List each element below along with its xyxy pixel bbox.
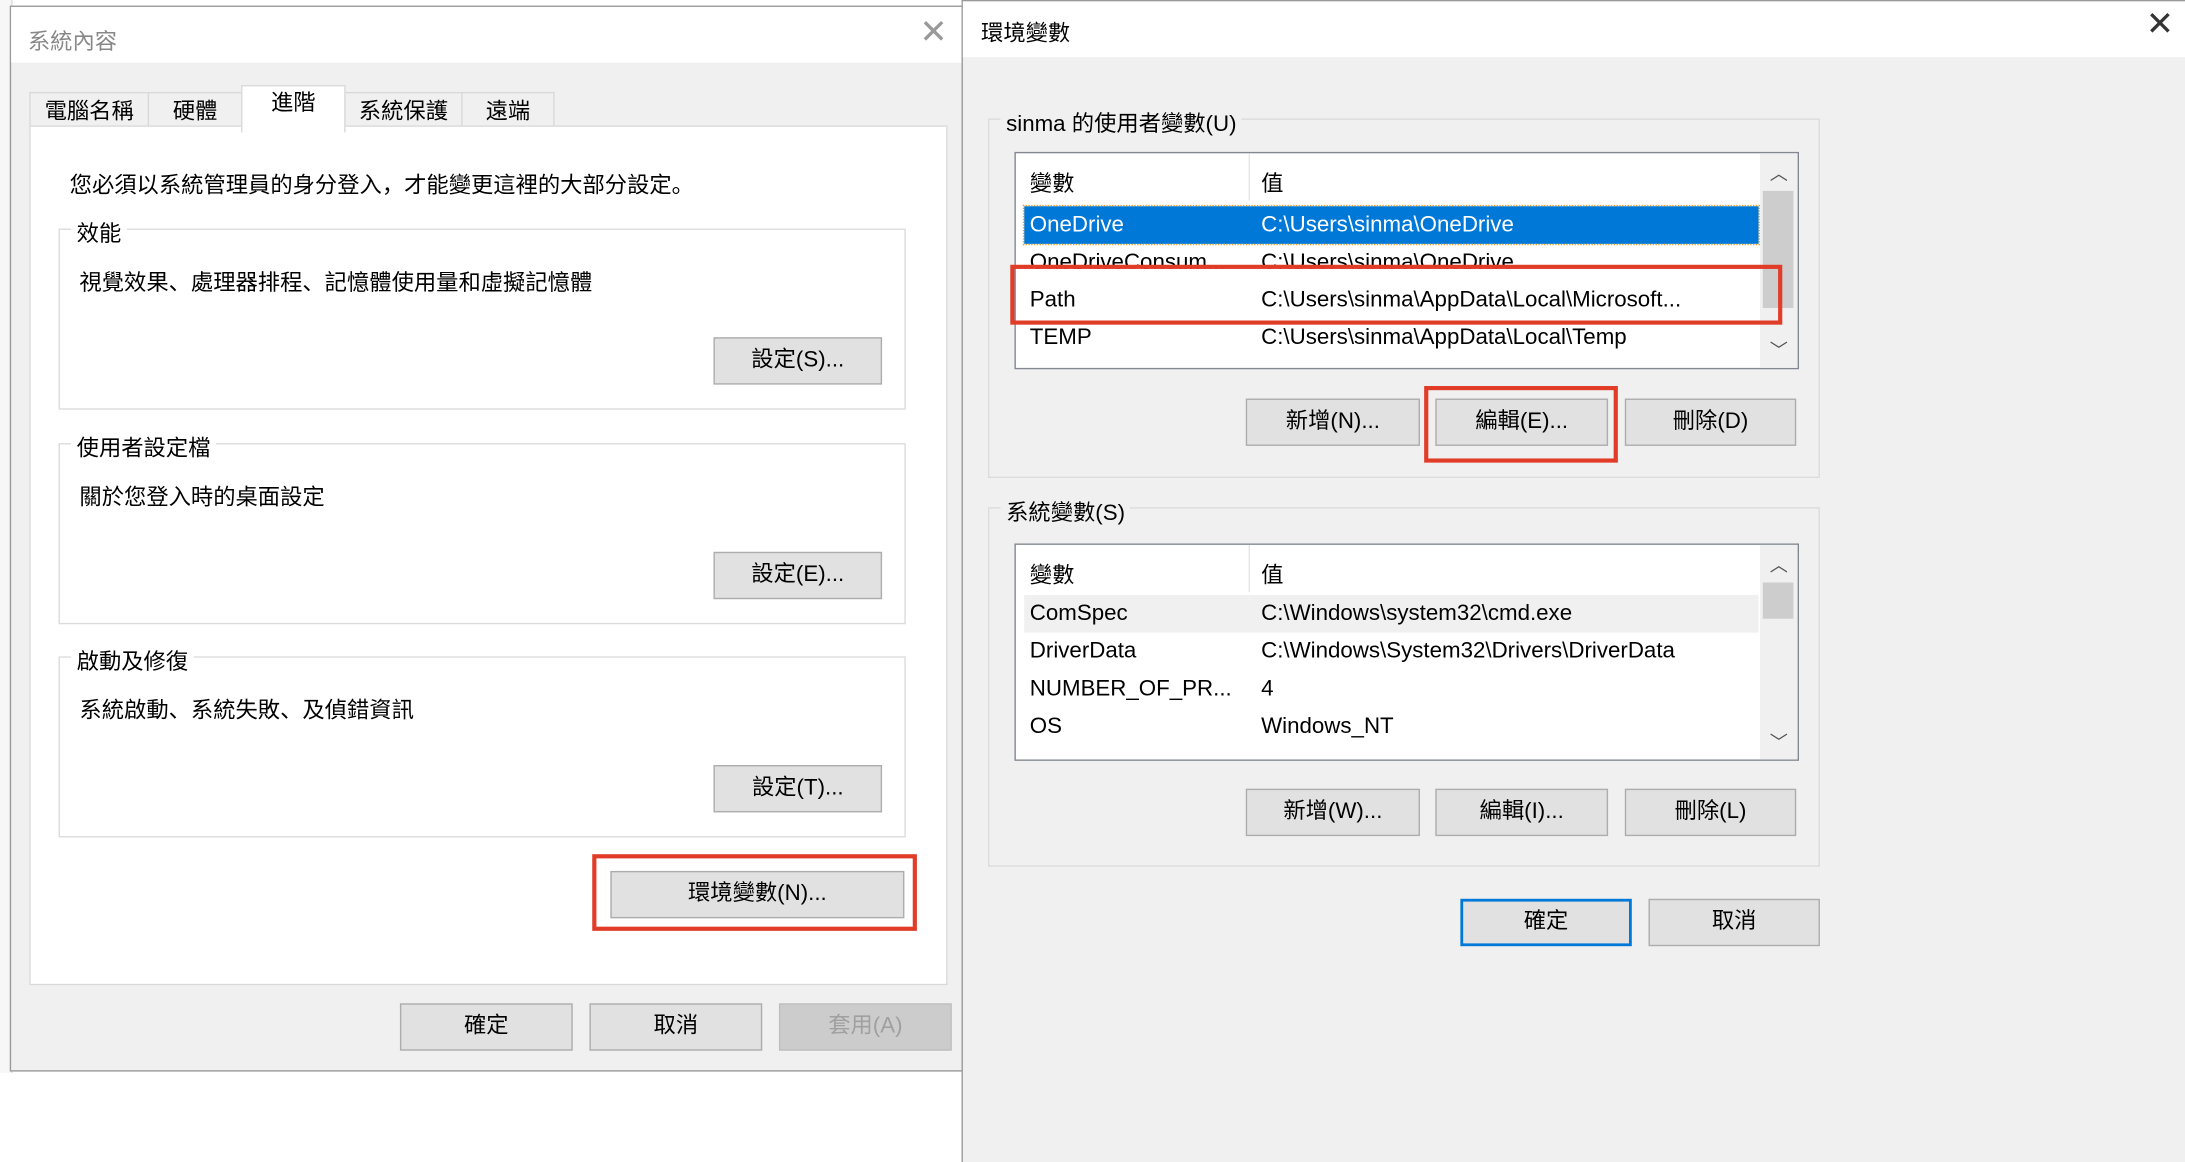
group-label: 啟動及修復 [71,642,194,676]
system-variables-list[interactable]: 變數 值 ComSpec C:\Windows\system32\cmd.exe … [1014,543,1799,761]
close-icon[interactable]: ✕ [2146,4,2174,44]
user-variables-list[interactable]: 變數 值 OneDrive C:\Users\sinma\OneDrive One… [1014,151,1799,370]
close-icon[interactable]: ✕ [920,13,948,53]
startup-recovery-desc: 系統啟動、系統失敗、及偵錯資訊 [79,699,414,724]
variable-name: DriverData [1029,639,1137,664]
admin-note: 您必須以系統管理員的身分登入，才能變更這裡的大部分設定。 [69,174,694,198]
scroll-up-icon[interactable]: ︿ [1760,550,1798,576]
system-edit-button[interactable]: 編輯(I)... [1435,788,1609,837]
variable-value: 4 [1261,677,1274,701]
column-header-value[interactable]: 值 [1261,164,1283,197]
tab-panel: 您必須以系統管理員的身分登入，才能變更這裡的大部分設定。 效能 視覺效果、處理器… [29,125,948,986]
system-new-button[interactable]: 新增(W)... [1245,788,1420,837]
list-header: 變數 值 [1016,153,1760,201]
group-label: 使用者設定檔 [71,429,217,463]
user-profiles-group: 使用者設定檔 關於您登入時的桌面設定 設定(E)... [58,429,906,625]
group-label: sinma 的使用者變數(U) [1000,104,1243,138]
variable-value: C:\Users\sinma\AppData\Local\Temp [1261,326,1627,350]
title-bar: 系統內容 ✕ [11,6,962,63]
variable-value: Windows_NT [1261,714,1394,739]
user-new-button[interactable]: 新增(N)... [1245,398,1420,446]
list-row[interactable]: TEMP C:\Users\sinma\AppData\Local\Temp [1024,319,1758,357]
ok-button[interactable]: 確定 [399,1003,573,1051]
variable-value: C:\Windows\System32\Drivers\DriverData [1261,639,1675,664]
cancel-button[interactable]: 取消 [589,1003,763,1051]
startup-recovery-group: 啟動及修復 系統啟動、系統失敗、及偵錯資訊 設定(T)... [58,642,906,838]
path-highlight-box [1010,264,1783,325]
scrollbar[interactable]: ︿ ﹀ [1759,544,1798,760]
apply-button: 套用(A) [778,1003,952,1051]
dialog-title: 系統內容 [27,30,118,55]
variable-value: C:\Windows\system32\cmd.exe [1261,601,1573,626]
variable-name: NUMBER_OF_PR... [1029,677,1232,701]
user-variables-group: sinma 的使用者變數(U) 變數 值 OneDrive C:\Users\si… [987,104,1820,478]
list-row[interactable]: NUMBER_OF_PR... 4 [1024,670,1758,708]
user-profiles-settings-button[interactable]: 設定(E)... [713,551,883,600]
variable-name: TEMP [1029,326,1092,350]
scrollbar[interactable]: ︿ ﹀ [1759,153,1798,368]
group-label: 效能 [71,214,127,249]
scroll-down-icon[interactable]: ﹀ [1760,727,1798,753]
variable-value: C:\Users\sinma\OneDrive [1261,213,1514,237]
list-row[interactable]: OneDrive C:\Users\sinma\OneDrive [1022,204,1760,246]
scroll-up-icon[interactable]: ︿ [1760,159,1798,185]
system-delete-button[interactable]: 刪除(L) [1624,788,1797,837]
startup-recovery-settings-button[interactable]: 設定(T)... [713,765,883,813]
column-header-value[interactable]: 值 [1261,556,1283,589]
system-properties-dialog: 系統內容 ✕ 電腦名稱 硬體 進階 系統保護 遠端 您必須以系統管理員的身分登入… [9,5,963,1072]
performance-desc: 視覺效果、處理器排程、記憶體使用量和虛擬記憶體 [79,271,593,296]
list-row[interactable]: OS Windows_NT [1024,708,1758,746]
ok-button[interactable]: 確定 [1460,898,1632,947]
performance-group: 效能 視覺效果、處理器排程、記憶體使用量和虛擬記憶體 設定(S)... [58,214,906,410]
group-label: 系統變數(S) [1000,493,1131,527]
cancel-button[interactable]: 取消 [1648,898,1820,947]
user-delete-button[interactable]: 刪除(D) [1624,398,1797,446]
variable-name: ComSpec [1029,601,1128,626]
performance-settings-button[interactable]: 設定(S)... [713,337,883,385]
environment-variables-dialog: 環境變數 ✕ sinma 的使用者變數(U) 變數 值 OneDrive C:\U… [961,0,2185,1162]
scroll-thumb[interactable] [1762,582,1794,619]
variable-name: OneDrive [1029,213,1124,237]
dialog-title: 環境變數 [981,22,1071,46]
column-header-variable[interactable]: 變數 [1030,164,1075,197]
highlight-box [592,854,917,931]
list-row[interactable]: ComSpec C:\Windows\system32\cmd.exe [1024,595,1759,633]
tab-advanced[interactable]: 進階 [241,85,346,133]
column-header-variable[interactable]: 變數 [1030,556,1075,589]
user-profiles-desc: 關於您登入時的桌面設定 [79,486,325,511]
variable-name: OS [1029,714,1063,739]
system-variables-group: 系統變數(S) 變數 值 ComSpec C:\Windows\system32\… [987,493,1820,867]
edit-highlight-box [1424,385,1618,463]
scroll-down-icon[interactable]: ﹀ [1760,336,1798,362]
list-row[interactable]: DriverData C:\Windows\System32\Drivers\Dr… [1024,633,1758,671]
list-header: 變數 值 [1016,544,1760,593]
title-bar: 環境變數 ✕ [962,1,2185,58]
